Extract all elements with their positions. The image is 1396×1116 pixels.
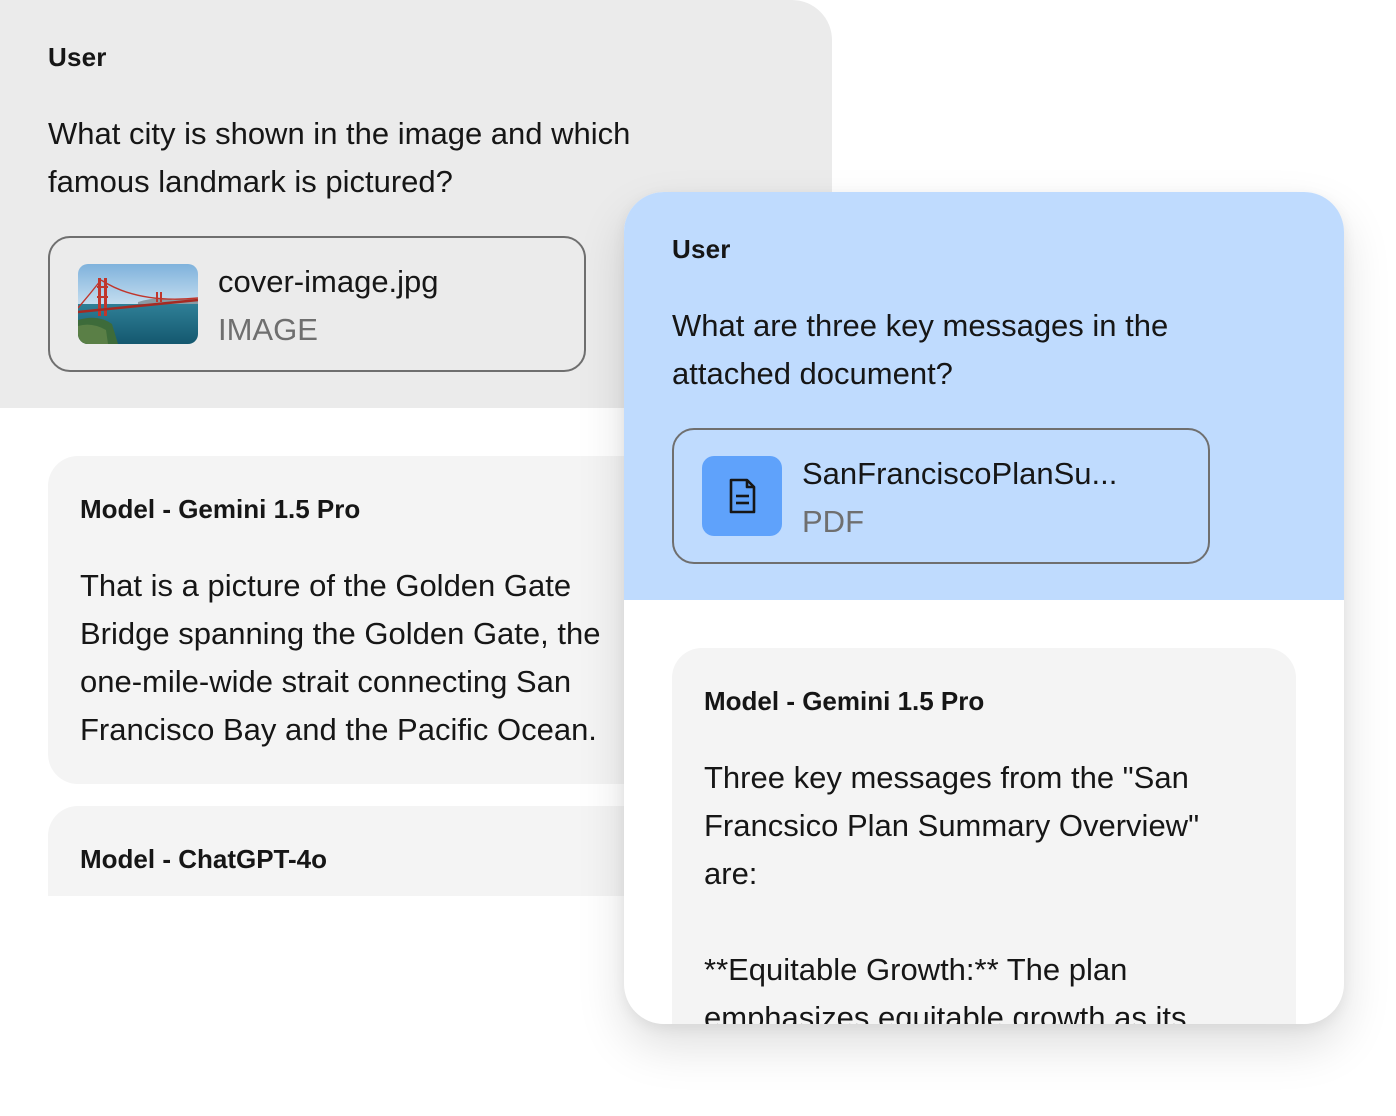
model-name-label: Model - ChatGPT-4o xyxy=(80,844,327,874)
model-response-text: Three key messages from the "San Francsi… xyxy=(704,760,1200,891)
attachment-type-label: IMAGE xyxy=(218,312,318,347)
user-prompt-text: What city is shown in the image and whic… xyxy=(48,116,631,199)
attachment-type-label: PDF xyxy=(802,504,864,539)
attachment-filename: SanFranciscoPlanSu... xyxy=(802,456,1118,491)
model-response-card: Model - Gemini 1.5 Pro Three key message… xyxy=(672,648,1296,1024)
model-name-label: Model - Gemini 1.5 Pro xyxy=(704,686,985,716)
user-role-label: User xyxy=(48,42,107,72)
golden-gate-bridge-thumbnail xyxy=(78,264,198,344)
model-response-text: That is a picture of the Golden Gate Bri… xyxy=(80,568,601,747)
pdf-attachment-chip[interactable]: SanFranciscoPlanSu... PDF xyxy=(672,428,1210,564)
user-message-section: User What are three key messages in the … xyxy=(624,192,1344,600)
chat-card-document-question: User What are three key messages in the … xyxy=(624,192,1344,1024)
attachment-filename: cover-image.jpg xyxy=(218,264,439,299)
image-attachment-chip[interactable]: cover-image.jpg IMAGE xyxy=(48,236,586,372)
model-response-point: **Equitable Growth:** The plan emphasize… xyxy=(704,952,1187,1024)
model-name-label: Model - Gemini 1.5 Pro xyxy=(80,494,361,524)
user-prompt-text: What are three key messages in the attac… xyxy=(672,308,1169,391)
document-icon xyxy=(702,456,782,536)
user-role-label: User xyxy=(672,234,731,264)
